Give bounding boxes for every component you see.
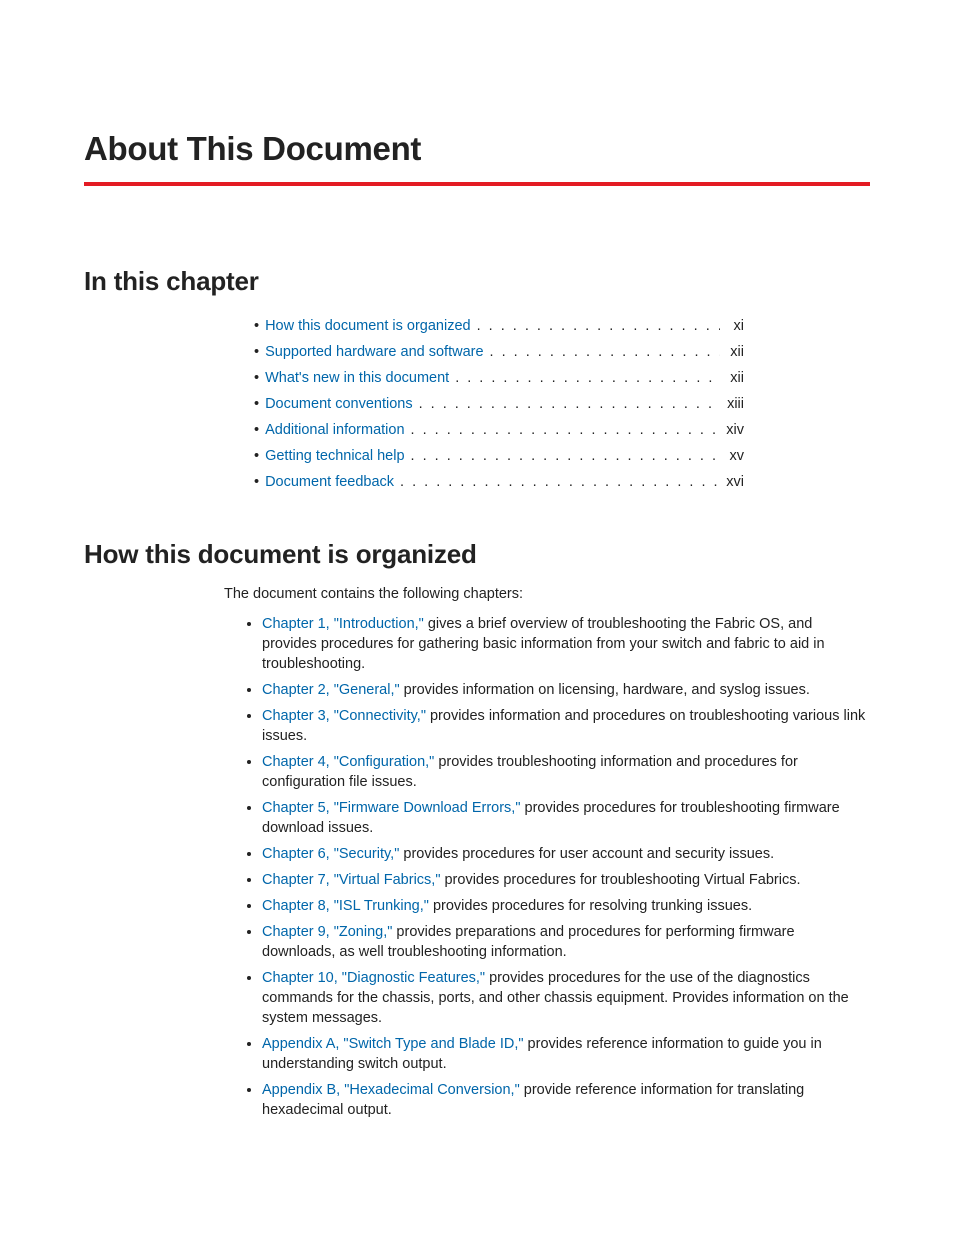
chapter-list-item: Chapter 10, "Diagnostic Features," provi… [262, 968, 870, 1028]
toc-leader-dots: . . . . . . . . . . . . . . . . . . . . … [405, 417, 720, 443]
toc-link[interactable]: Document conventions [265, 391, 413, 417]
chapter-link[interactable]: Appendix B, "Hexadecimal Conversion," [262, 1082, 520, 1098]
toc-link[interactable]: Supported hardware and software [265, 339, 483, 365]
toc-leader-dots: . . . . . . . . . . . . . . . . . . . . … [394, 469, 720, 495]
chapter-link[interactable]: Chapter 8, "ISL Trunking," [262, 898, 429, 914]
bullet-icon: • [254, 313, 259, 339]
chapter-list-item: Chapter 5, "Firmware Download Errors," p… [262, 798, 870, 838]
toc-row: •Document feedback . . . . . . . . . . .… [254, 469, 744, 495]
toc-leader-dots: . . . . . . . . . . . . . . . . . . . . … [405, 443, 720, 469]
bullet-icon: • [254, 443, 259, 469]
document-page: About This Document In this chapter •How… [0, 0, 954, 1186]
bullet-icon: • [254, 469, 259, 495]
toc-page-number: xii [720, 339, 744, 365]
bullet-icon: • [254, 391, 259, 417]
chapter-description: provides information on licensing, hardw… [400, 682, 810, 698]
chapter-list-item: Chapter 1, "Introduction," gives a brief… [262, 614, 870, 674]
chapter-list-item: Chapter 9, "Zoning," provides preparatio… [262, 922, 870, 962]
chapter-link[interactable]: Chapter 9, "Zoning," [262, 924, 392, 940]
chapter-link[interactable]: Chapter 10, "Diagnostic Features," [262, 970, 485, 986]
toc-leader-dots: . . . . . . . . . . . . . . . . . . . . … [413, 391, 720, 417]
bullet-icon: • [254, 339, 259, 365]
chapter-list-item: Chapter 6, "Security," provides procedur… [262, 844, 870, 864]
toc-row: •Document conventions . . . . . . . . . … [254, 391, 744, 417]
toc-link[interactable]: Getting technical help [265, 443, 404, 469]
chapter-list-item: Appendix A, "Switch Type and Blade ID," … [262, 1034, 870, 1074]
chapter-link[interactable]: Chapter 3, "Connectivity," [262, 708, 426, 724]
chapter-link[interactable]: Chapter 6, "Security," [262, 846, 399, 862]
chapter-list-item: Chapter 7, "Virtual Fabrics," provides p… [262, 870, 870, 890]
section-heading-in-this-chapter: In this chapter [84, 266, 870, 297]
toc-page-number: xv [720, 443, 744, 469]
chapter-link[interactable]: Chapter 4, "Configuration," [262, 754, 434, 770]
toc-page-number: xii [720, 365, 744, 391]
toc-page-number: xiii [720, 391, 744, 417]
horizontal-rule [84, 182, 870, 186]
page-title: About This Document [84, 130, 870, 168]
chapter-list-item: Appendix B, "Hexadecimal Conversion," pr… [262, 1080, 870, 1120]
toc-leader-dots: . . . . . . . . . . . . . . . . . . . . … [471, 313, 720, 339]
toc-row: •How this document is organized . . . . … [254, 313, 744, 339]
toc-leader-dots: . . . . . . . . . . . . . . . . . . . . … [484, 339, 720, 365]
toc-link[interactable]: What's new in this document [265, 365, 449, 391]
toc-page-number: xiv [720, 417, 744, 443]
toc-link[interactable]: How this document is organized [265, 313, 471, 339]
table-of-contents: •How this document is organized . . . . … [254, 313, 870, 495]
chapter-list-item: Chapter 3, "Connectivity," provides info… [262, 706, 870, 746]
toc-page-number: xi [720, 313, 744, 339]
bullet-icon: • [254, 365, 259, 391]
chapter-description: provides procedures for troubleshooting … [440, 872, 800, 888]
chapter-link[interactable]: Chapter 1, "Introduction," [262, 616, 424, 632]
chapter-list-item: Chapter 4, "Configuration," provides tro… [262, 752, 870, 792]
toc-row: •Supported hardware and software . . . .… [254, 339, 744, 365]
toc-row: •What's new in this document . . . . . .… [254, 365, 744, 391]
toc-link[interactable]: Document feedback [265, 469, 394, 495]
chapter-link[interactable]: Chapter 5, "Firmware Download Errors," [262, 800, 521, 816]
toc-leader-dots: . . . . . . . . . . . . . . . . . . . . … [449, 365, 720, 391]
chapter-link[interactable]: Chapter 2, "General," [262, 682, 400, 698]
chapter-description: provides procedures for resolving trunki… [429, 898, 752, 914]
toc-link[interactable]: Additional information [265, 417, 404, 443]
section-heading-how-organized: How this document is organized [84, 539, 870, 570]
toc-row: •Additional information . . . . . . . . … [254, 417, 744, 443]
toc-row: •Getting technical help . . . . . . . . … [254, 443, 744, 469]
chapter-list: Chapter 1, "Introduction," gives a brief… [244, 614, 870, 1120]
chapter-link[interactable]: Appendix A, "Switch Type and Blade ID," [262, 1036, 524, 1052]
bullet-icon: • [254, 417, 259, 443]
intro-text: The document contains the following chap… [224, 586, 870, 602]
toc-page-number: xvi [720, 469, 744, 495]
chapter-list-item: Chapter 8, "ISL Trunking," provides proc… [262, 896, 870, 916]
chapter-description: provides procedures for user account and… [399, 846, 774, 862]
chapter-link[interactable]: Chapter 7, "Virtual Fabrics," [262, 872, 440, 888]
chapter-list-item: Chapter 2, "General," provides informati… [262, 680, 870, 700]
